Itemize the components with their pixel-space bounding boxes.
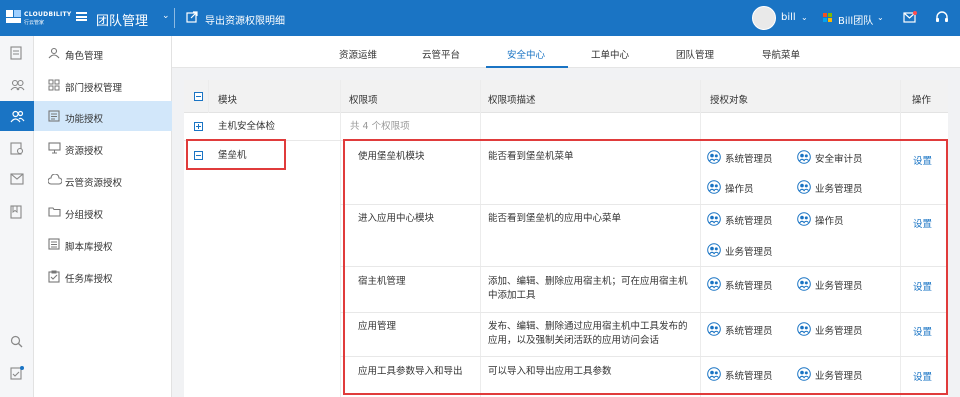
department-icon: [48, 79, 60, 91]
tab-team-management[interactable]: 团队管理: [676, 47, 714, 61]
logo-text: CLOUDBILITY: [24, 11, 72, 18]
permission-count-summary: 共 4 个权限项: [350, 121, 410, 132]
column-header-permission: 权限项: [349, 95, 378, 106]
team-name[interactable]: Bill团队: [838, 12, 873, 27]
user-name[interactable]: bill: [781, 12, 796, 23]
tab-ticket-center[interactable]: 工单中心: [591, 47, 629, 61]
rail-users-button[interactable]: [0, 70, 34, 100]
book-icon: [10, 205, 22, 219]
task-icon: [48, 270, 60, 283]
column-header-description: 权限项描述: [488, 95, 536, 106]
sidebar-item-label: 资源授权: [65, 146, 104, 157]
monitor-icon: [48, 142, 61, 154]
sidebar-item-label: 功能授权: [65, 114, 104, 125]
sidebar-item-label: 云管资源授权: [65, 178, 123, 189]
server-icon: [10, 142, 24, 155]
headset-icon[interactable]: [935, 11, 949, 25]
sidebar-item-cloud-resource-auth[interactable]: 云管资源授权: [34, 165, 172, 195]
category-tabs: 资源运维 云管平台 安全中心 工单中心 团队管理 导航菜单: [172, 36, 960, 68]
sidebar-item-label: 角色管理: [65, 51, 104, 62]
logo-mark-icon: [6, 10, 21, 23]
avatar[interactable]: [752, 6, 776, 30]
sidebar-item-label: 脚本库授权: [65, 242, 113, 253]
highlight-box-permissions: [343, 139, 948, 395]
export-icon[interactable]: [186, 11, 198, 23]
column-header-action: 操作: [912, 95, 932, 106]
collapse-all-icon[interactable]: [194, 92, 203, 101]
highlight-box-module: [186, 139, 286, 170]
script-icon: [48, 238, 60, 250]
rail-book-button[interactable]: [0, 197, 34, 227]
chevron-down-icon[interactable]: ⌄: [162, 11, 170, 21]
rail-server-button[interactable]: [0, 133, 34, 163]
rail-document-button[interactable]: [0, 38, 34, 68]
logo-subtext: 行云管家: [24, 20, 45, 26]
sidebar-item-label: 部门授权管理: [65, 83, 123, 94]
sidebar-item-script-library-auth[interactable]: 脚本库授权: [34, 229, 172, 259]
menu-toggle-icon[interactable]: [76, 12, 87, 21]
column-header-module: 模块: [218, 95, 238, 106]
table-header: 模块 权限项 权限项描述 授权对象 操作: [184, 80, 948, 113]
icon-rail: [0, 36, 34, 397]
export-permissions-link[interactable]: 导出资源权限明细: [205, 12, 285, 27]
tab-security-center[interactable]: 安全中心: [507, 47, 545, 61]
expand-icon[interactable]: [194, 122, 203, 131]
app-title[interactable]: 团队管理: [96, 10, 148, 29]
logo[interactable]: CLOUDBILITY 行云管家: [6, 8, 71, 30]
user-role-icon: [48, 47, 60, 59]
sidebar-item-resource-auth[interactable]: 资源授权: [34, 133, 172, 163]
rail-search-button[interactable]: [0, 327, 34, 357]
divider: [174, 8, 175, 28]
mail-icon: [10, 173, 24, 185]
folder-icon: [48, 207, 61, 217]
permission-table: 模块 权限项 权限项描述 授权对象 操作 主机安全体检 共 4 个权限项 堡垒机…: [184, 80, 948, 397]
sidebar-item-label: 任务库授权: [65, 274, 113, 285]
module-name[interactable]: 主机安全体检: [218, 120, 275, 134]
rail-mail-button[interactable]: [0, 165, 34, 195]
sidebar-item-department-auth[interactable]: 部门授权管理: [34, 70, 172, 100]
checklist-icon: [10, 366, 24, 380]
top-bar: CLOUDBILITY 行云管家 团队管理 ⌄ 导出资源权限明细 bill ⌄ …: [0, 0, 960, 36]
team-icon: [10, 110, 25, 123]
team-logo-icon: [823, 13, 833, 23]
message-icon[interactable]: [903, 11, 917, 23]
sidebar-item-task-library-auth[interactable]: 任务库授权: [34, 261, 172, 291]
tab-resource-ops[interactable]: 资源运维: [339, 47, 377, 61]
content-area: 模块 权限项 权限项描述 授权对象 操作 主机安全体检 共 4 个权限项 堡垒机…: [172, 68, 960, 397]
sidebar-item-role-management[interactable]: 角色管理: [34, 38, 172, 68]
search-icon: [10, 335, 23, 348]
document-icon: [10, 46, 22, 60]
cloud-icon: [48, 174, 62, 185]
tab-nav-menu[interactable]: 导航菜单: [762, 47, 800, 61]
sidebar-item-label: 分组授权: [65, 210, 104, 221]
chevron-down-icon[interactable]: ⌄: [801, 13, 808, 22]
column-header-grantees: 授权对象: [710, 95, 749, 106]
rail-checklist-button[interactable]: [0, 358, 34, 388]
sidebar-item-group-auth[interactable]: 分组授权: [34, 197, 172, 227]
rail-team-button[interactable]: [0, 101, 34, 131]
sidebar-item-function-auth[interactable]: 功能授权: [34, 101, 172, 131]
tab-cloud-platform[interactable]: 云管平台: [422, 47, 460, 61]
chevron-down-icon[interactable]: ⌄: [877, 13, 884, 22]
users-outline-icon: [10, 79, 25, 91]
function-auth-icon: [48, 110, 60, 122]
sidebar-submenu: 角色管理 部门授权管理 功能授权 资源授权 云管资源授权 分组授权 脚本库授权 …: [34, 36, 172, 397]
